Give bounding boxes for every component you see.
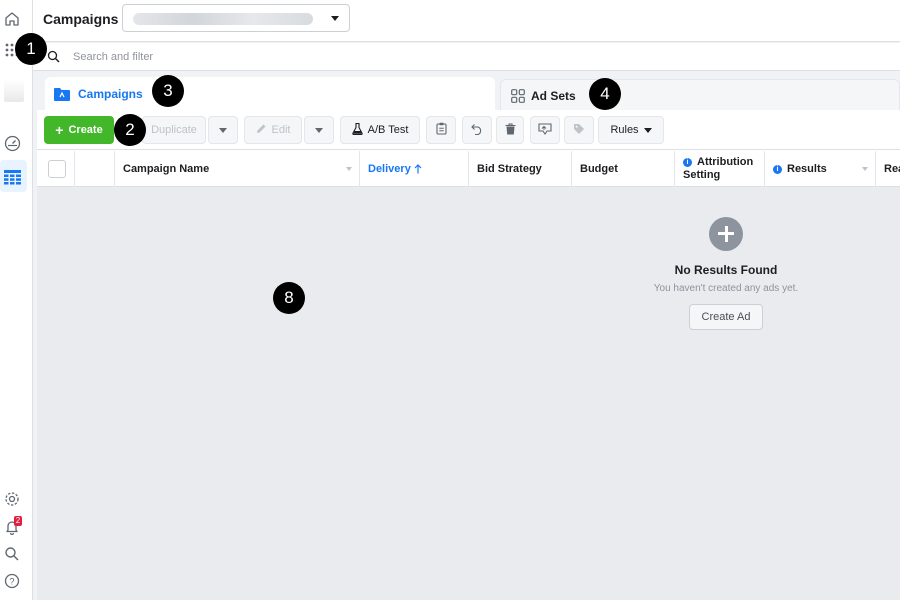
- chevron-down-icon: [315, 127, 323, 133]
- notification-count-badge: 2: [14, 516, 22, 526]
- search-filter-bar: [33, 43, 900, 71]
- dashboard-gauge-icon[interactable]: [3, 134, 21, 152]
- info-icon[interactable]: i: [683, 158, 692, 167]
- column-results-label: Results: [787, 163, 827, 175]
- tag-icon: [573, 123, 585, 138]
- page-title: Campaigns: [43, 11, 119, 27]
- undo-button[interactable]: [462, 116, 492, 144]
- column-attribution-label-1: Attribution: [697, 156, 754, 168]
- clipboard-button[interactable]: [426, 116, 456, 144]
- duplicate-button-label: Duplicate: [151, 124, 197, 136]
- undo-icon: [471, 123, 483, 138]
- column-campaign-name[interactable]: Campaign Name: [115, 151, 360, 187]
- tag-button[interactable]: [564, 116, 594, 144]
- top-bar: Campaigns: [33, 0, 900, 42]
- tab-ad-sets[interactable]: Ad Sets: [500, 79, 900, 111]
- column-results[interactable]: i Results: [765, 151, 876, 187]
- callout-marker-4: 4: [589, 78, 621, 110]
- edit-options-dropdown[interactable]: [304, 116, 334, 144]
- ab-test-button[interactable]: A/B Test: [340, 116, 420, 144]
- campaigns-panel: + Create Duplicate Edit A/B Test Rules C…: [37, 110, 900, 600]
- rules-dropdown[interactable]: Rules: [598, 116, 664, 144]
- duplicate-button[interactable]: Duplicate: [142, 116, 206, 144]
- trash-icon: [505, 122, 516, 138]
- column-campaign-name-label: Campaign Name: [123, 163, 210, 175]
- home-icon[interactable]: [3, 10, 21, 28]
- column-reach-label: Rea: [884, 163, 900, 175]
- export-icon: [538, 122, 552, 138]
- toggle-column: [75, 151, 115, 187]
- ads-manager-table-icon[interactable]: [3, 168, 21, 186]
- chevron-down-icon: [643, 127, 652, 133]
- tab-campaigns-label: Campaigns: [78, 87, 143, 101]
- column-budget[interactable]: Budget: [572, 151, 675, 187]
- callout-marker-2: 2: [114, 114, 146, 146]
- info-icon[interactable]: i: [773, 164, 782, 174]
- sort-ascending-arrow-icon: [414, 164, 422, 174]
- settings-gear-icon[interactable]: [3, 490, 21, 508]
- callout-marker-3: 3: [152, 75, 184, 107]
- table-body: No Results Found You haven't created any…: [37, 187, 900, 600]
- column-delivery-label: Delivery: [368, 163, 411, 175]
- column-budget-label: Budget: [580, 163, 618, 175]
- column-delivery[interactable]: Delivery: [360, 151, 469, 187]
- account-avatar[interactable]: [4, 80, 24, 102]
- edit-button-label: Edit: [271, 124, 291, 136]
- chevron-down-icon: [331, 16, 339, 21]
- tab-campaigns[interactable]: Campaigns: [45, 77, 495, 111]
- create-ad-button[interactable]: Create Ad: [688, 304, 764, 330]
- edit-button[interactable]: Edit: [244, 116, 302, 144]
- column-bid-strategy[interactable]: Bid Strategy: [469, 151, 572, 187]
- search-input[interactable]: [73, 48, 673, 66]
- account-name-redacted: [133, 13, 313, 25]
- select-all-checkbox[interactable]: [48, 160, 66, 178]
- create-button[interactable]: + Create: [44, 116, 114, 144]
- flask-icon: [351, 122, 363, 138]
- column-attribution-setting[interactable]: i Attribution Setting: [675, 151, 765, 187]
- column-bid-strategy-label: Bid Strategy: [477, 163, 542, 175]
- ab-test-button-label: A/B Test: [367, 124, 409, 136]
- create-button-label: Create: [68, 124, 103, 136]
- sort-caret-icon: [862, 167, 868, 171]
- attribution-line-1: i Attribution: [683, 156, 753, 169]
- search-icon[interactable]: [3, 545, 21, 563]
- left-rail: 2 ?: [0, 0, 33, 600]
- svg-text:?: ?: [9, 577, 14, 587]
- delete-button[interactable]: [496, 116, 524, 144]
- pencil-icon: [256, 123, 267, 137]
- duplicate-options-dropdown[interactable]: [208, 116, 238, 144]
- empty-state: No Results Found You haven't created any…: [637, 217, 815, 330]
- plus-icon: +: [55, 122, 64, 138]
- callout-marker-8: 8: [273, 282, 305, 314]
- tab-ad-sets-label: Ad Sets: [531, 88, 576, 103]
- ad-sets-grid-icon: [511, 88, 525, 103]
- clipboard-icon: [435, 122, 447, 138]
- column-attribution-label-2: Setting: [683, 169, 721, 181]
- empty-state-title: No Results Found: [674, 263, 778, 277]
- campaign-folder-icon: [54, 87, 70, 101]
- ad-account-dropdown[interactable]: [122, 4, 350, 32]
- select-all-cell: [37, 151, 75, 187]
- table-header: Campaign Name Delivery Bid Strategy Budg…: [37, 151, 900, 187]
- toolbar: + Create Duplicate Edit A/B Test Rules: [37, 110, 900, 150]
- chevron-down-icon: [219, 127, 227, 133]
- help-icon[interactable]: ?: [3, 572, 21, 590]
- empty-state-subtitle: You haven't created any ads yet.: [653, 283, 799, 294]
- export-button[interactable]: [530, 116, 560, 144]
- add-circle-icon: [709, 217, 743, 251]
- sort-caret-icon: [346, 167, 352, 171]
- rules-label: Rules: [610, 124, 639, 136]
- search-icon: [47, 50, 60, 68]
- callout-marker-1: 1: [15, 33, 47, 65]
- column-reach[interactable]: Rea: [876, 151, 900, 187]
